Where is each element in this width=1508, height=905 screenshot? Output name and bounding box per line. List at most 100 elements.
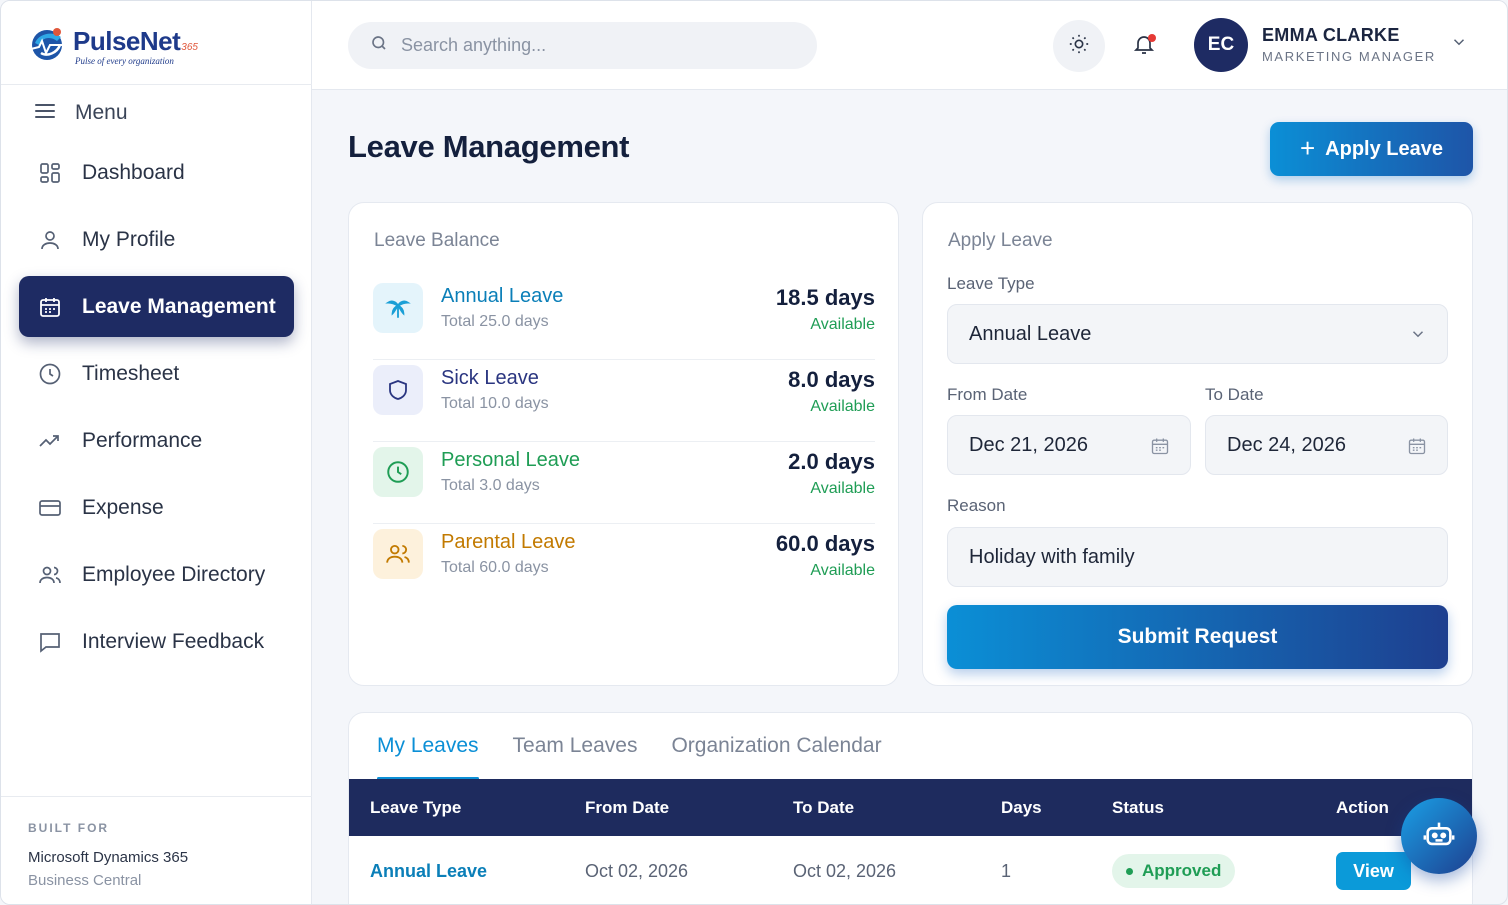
sidebar-item-label: Timesheet: [82, 361, 180, 385]
sidebar-item-label: Leave Management: [82, 294, 276, 318]
balance-row-sick: Sick Leave Total 10.0 days 8.0 days Avai…: [373, 360, 875, 442]
view-button[interactable]: View: [1336, 852, 1411, 890]
leave-days-remaining: 18.5 days: [775, 285, 875, 310]
apply-leave-title: Apply Leave: [948, 230, 1053, 251]
notifications-button[interactable]: [1118, 20, 1170, 72]
row-leave-type[interactable]: Annual Leave: [370, 836, 487, 904]
calendar-icon[interactable]: [1407, 436, 1427, 462]
built-for-product: Microsoft Dynamics 365: [28, 849, 189, 866]
assistant-bot-button[interactable]: [1401, 798, 1477, 874]
notification-badge: [1148, 34, 1156, 42]
leave-availability: Available: [810, 398, 875, 415]
user-name[interactable]: EMMA CLARKE: [1262, 25, 1400, 46]
users-icon: [373, 529, 423, 579]
user-icon: [37, 227, 63, 253]
leave-type-name: Sick Leave: [441, 367, 539, 389]
message-square-icon: [37, 629, 63, 655]
tab-my-leaves[interactable]: My Leaves: [377, 734, 479, 780]
leave-type-total: Total 25.0 days: [441, 313, 549, 330]
status-badge: Approved: [1112, 854, 1236, 888]
reason-label: Reason: [947, 496, 1006, 515]
search-icon: [370, 34, 388, 57]
leave-type-total: Total 3.0 days: [441, 477, 540, 494]
top-bar: Search anything... EC EMMA CLARKE MARKET…: [312, 1, 1507, 90]
tab-team-leaves[interactable]: Team Leaves: [513, 734, 638, 779]
robot-icon: [1422, 817, 1456, 856]
hamburger-icon: [35, 103, 55, 124]
row-from-date: Oct 02, 2026: [585, 860, 689, 881]
chevron-down-icon: [1409, 325, 1427, 349]
menu-label: Menu: [75, 101, 128, 124]
leave-days-remaining: 2.0 days: [788, 449, 875, 474]
brand-tagline: Pulse of every organization: [75, 55, 174, 66]
pulsenet-logo-icon: [27, 23, 69, 63]
leave-type-label: Leave Type: [947, 274, 1035, 293]
built-for-edition: Business Central: [28, 872, 142, 889]
leave-balance-card: Leave Balance Annual Leave Total 25.0 da…: [348, 202, 899, 686]
column-header-status[interactable]: Status: [1112, 779, 1164, 836]
chevron-down-icon[interactable]: [1450, 33, 1468, 56]
brand-superscript: 365: [181, 41, 198, 53]
to-date-input[interactable]: Dec 24, 2026: [1205, 415, 1448, 475]
sidebar-item-leave-management[interactable]: Leave Management: [19, 276, 294, 337]
clock-icon: [37, 361, 63, 387]
table-row: Annual Leave Oct 02, 2026 Oct 02, 2026 1…: [349, 836, 1472, 904]
column-header-action[interactable]: Action: [1336, 779, 1389, 836]
sidebar-item-performance[interactable]: Performance: [19, 410, 294, 471]
submit-request-button[interactable]: Submit Request: [947, 605, 1448, 669]
column-header-to-date[interactable]: To Date: [793, 779, 854, 836]
leave-availability: Available: [810, 480, 875, 497]
brand-logo[interactable]: PulseNet365 Pulse of every organization: [27, 21, 198, 66]
leave-type-value: Annual Leave: [969, 322, 1092, 345]
status-dot: [1126, 867, 1133, 875]
theme-toggle-button[interactable]: [1053, 20, 1105, 72]
sidebar-item-label: My Profile: [82, 227, 176, 251]
from-date-input[interactable]: Dec 21, 2026: [947, 415, 1191, 475]
balance-row-annual: Annual Leave Total 25.0 days 18.5 days A…: [373, 278, 875, 360]
trending-up-icon: [37, 428, 63, 454]
row-days: 1: [1001, 860, 1012, 881]
sidebar-item-interview-feedback[interactable]: Interview Feedback: [19, 611, 294, 672]
apply-leave-card: Apply Leave Leave Type Annual Leave From…: [922, 202, 1473, 686]
calendar-icon: [37, 294, 63, 320]
column-header-from-date[interactable]: From Date: [585, 779, 669, 836]
built-for-label: BUILT FOR: [28, 821, 110, 835]
sidebar-item-expense[interactable]: Expense: [19, 477, 294, 538]
sidebar-item-label: Interview Feedback: [82, 629, 265, 653]
apply-leave-label: Apply Leave: [1325, 137, 1443, 160]
menu-toggle[interactable]: Menu: [35, 97, 128, 129]
leave-days-remaining: 8.0 days: [788, 367, 875, 392]
leave-availability: Available: [810, 562, 875, 579]
sidebar-item-dashboard[interactable]: Dashboard: [19, 142, 294, 203]
reason-input[interactable]: Holiday with family: [947, 527, 1448, 587]
tab-organization-calendar[interactable]: Organization Calendar: [671, 734, 881, 779]
apply-leave-button[interactable]: + Apply Leave: [1270, 122, 1473, 176]
balance-row-parental: Parental Leave Total 60.0 days 60.0 days…: [373, 524, 875, 606]
leave-balance-title: Leave Balance: [374, 230, 500, 251]
leave-days-remaining: 60.0 days: [775, 531, 875, 556]
from-date-label: From Date: [947, 385, 1028, 404]
search-placeholder: Search anything...: [401, 35, 547, 55]
sidebar-item-employee-directory[interactable]: Employee Directory: [19, 544, 294, 605]
sidebar-item-label: Performance: [82, 428, 203, 452]
row-to-date: Oct 02, 2026: [793, 860, 897, 881]
dashboard-icon: [37, 160, 63, 186]
leave-type-total: Total 60.0 days: [441, 559, 549, 576]
leave-type-name: Parental Leave: [441, 531, 576, 553]
column-header-leave-type[interactable]: Leave Type: [370, 779, 461, 836]
sidebar-item-timesheet[interactable]: Timesheet: [19, 343, 294, 404]
leaves-table-card: My Leaves Team Leaves Organization Calen…: [348, 712, 1473, 904]
search-input[interactable]: Search anything...: [348, 22, 817, 69]
calendar-icon[interactable]: [1150, 436, 1170, 462]
avatar[interactable]: EC: [1194, 18, 1248, 72]
clock-icon: [373, 447, 423, 497]
column-header-days[interactable]: Days: [1001, 779, 1042, 836]
sidebar: PulseNet365 Pulse of every organization …: [1, 1, 312, 904]
leave-type-select[interactable]: Annual Leave: [947, 304, 1448, 364]
table-header: Leave Type From Date To Date Days Status…: [349, 779, 1472, 836]
page-title: Leave Management: [348, 129, 630, 164]
app-window: PulseNet365 Pulse of every organization …: [0, 0, 1508, 905]
balance-row-personal: Personal Leave Total 3.0 days 2.0 days A…: [373, 442, 875, 524]
leave-type-name: Personal Leave: [441, 449, 580, 471]
sidebar-item-my-profile[interactable]: My Profile: [19, 209, 294, 270]
